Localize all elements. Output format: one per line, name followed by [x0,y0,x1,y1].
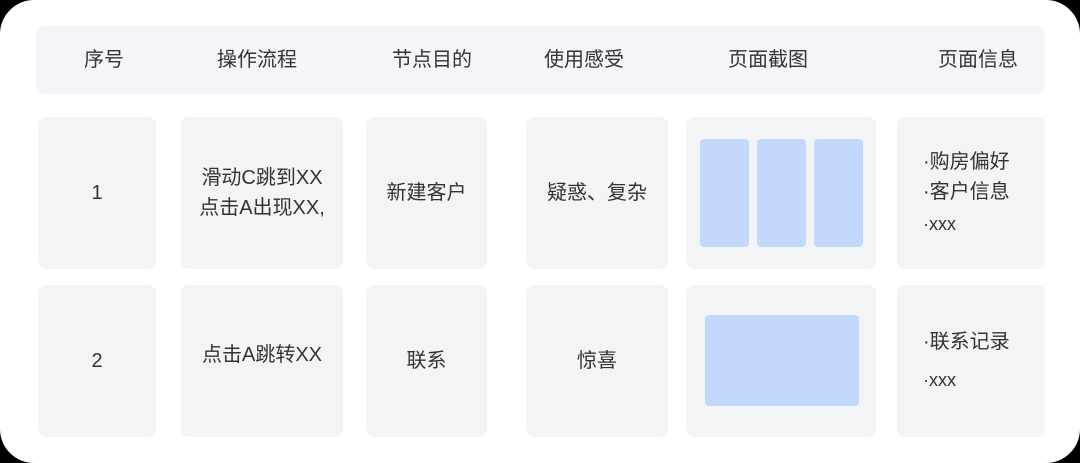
row1-feeling: 疑惑、复杂 [526,117,668,269]
screenshot-placeholder [705,315,859,406]
screenshot-placeholder [814,139,863,247]
flow-line: 点击A跳转XX [201,344,323,366]
flow-line: 滑动C跳到XX [201,167,323,189]
info-item: ·联系记录 [923,331,1010,353]
info-item: ·xxx [923,214,956,234]
row2-info: ·联系记录 ·xxx [897,285,1045,437]
row2-purpose: 联系 [366,285,487,437]
row1-flow: 滑动C跳到XX 点击A出现XX, [181,117,343,269]
screenshot-placeholder [700,139,749,247]
table-header [36,26,1045,94]
header-feeling: 使用感受 [544,49,624,71]
header-index: 序号 [84,49,124,71]
row1-index: 1 [38,117,156,269]
row2-flow: 点击A跳转XX [181,285,343,437]
info-item: ·客户信息 [923,181,1010,203]
table-card: 序号 操作流程 节点目的 使用感受 页面截图 页面信息 1 滑动C跳到XX 点击A… [0,0,1080,463]
header-info: 页面信息 [938,49,1018,71]
info-item: ·购房偏好 [923,151,1010,173]
row2-feeling: 惊喜 [526,285,668,437]
header-flow: 操作流程 [217,49,297,71]
row1-purpose: 新建客户 [366,117,487,269]
flow-line: 点击A出现XX, [199,197,325,219]
row1-info: ·购房偏好 ·客户信息 ·xxx [897,117,1045,269]
info-item: ·xxx [923,370,956,390]
header-screenshot: 页面截图 [728,49,808,71]
header-purpose: 节点目的 [392,49,472,71]
row2-index: 2 [38,285,156,437]
screenshot-placeholder [757,139,806,247]
